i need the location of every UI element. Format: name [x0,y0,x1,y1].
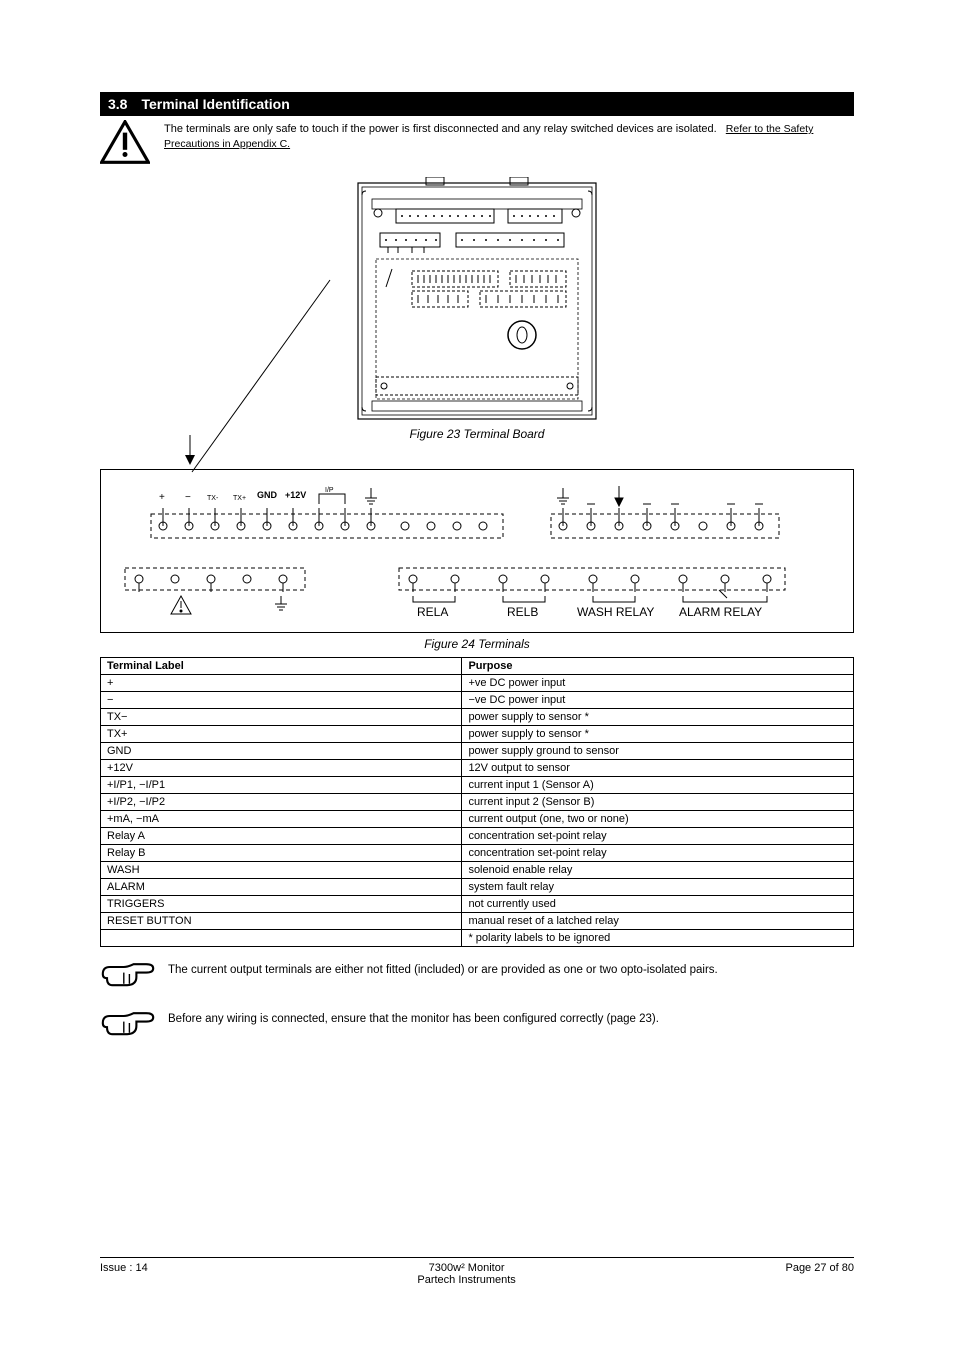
table-cell: − [101,692,462,709]
table-cell: Relay A [101,828,462,845]
svg-text:WASH RELAY: WASH RELAY [577,605,654,619]
svg-text:I/P: I/P [325,487,334,494]
table-row: −−ve DC power input [101,692,854,709]
table-cell: +I/P1, −I/P1 [101,777,462,794]
table-cell: current output (one, two or none) [462,811,854,828]
table-cell: current input 1 (Sensor A) [462,777,854,794]
table-cell: TX+ [101,726,462,743]
svg-text:RELB: RELB [507,605,538,619]
svg-text:TX+: TX+ [233,495,246,502]
table-cell: +mA, −mA [101,811,462,828]
table-cell: system fault relay [462,879,854,896]
table-header-label: Terminal Label [101,658,462,675]
table-cell: +ve DC power input [462,675,854,692]
table-row: RESET BUTTONmanual reset of a latched re… [101,913,854,930]
page-footer: Issue : 14 7300w² Monitor Partech Instru… [100,1257,854,1286]
table-cell: +I/P2, −I/P2 [101,794,462,811]
footer-company: Partech Instruments [417,1274,515,1286]
table-cell: TRIGGERS [101,896,462,913]
section-title: Terminal Identification [141,96,289,112]
table-row: +mA, −mAcurrent output (one, two or none… [101,811,854,828]
svg-text:−: − [185,492,191,503]
table-cell: +12V [101,760,462,777]
note-1: The current output terminals are either … [168,957,718,978]
footer-product: 7300w² Monitor [429,1262,505,1274]
table-cell: concentration set-point relay [462,828,854,845]
section-number: 3.8 [108,96,127,112]
table-row: TRIGGERSnot currently used [101,896,854,913]
pointing-hand-icon [100,1006,156,1045]
warning-text: The terminals are only safe to touch if … [164,123,717,135]
svg-text:GND: GND [257,490,278,500]
table-cell: 12V output to sensor [462,760,854,777]
warning-triangle-icon [100,120,150,169]
table-cell: current input 2 (Sensor B) [462,794,854,811]
table-cell: * polarity labels to be ignored [462,930,854,947]
table-row: TX+power supply to sensor * [101,726,854,743]
svg-text:ALARM RELAY: ALARM RELAY [679,605,762,619]
table-row: WASHsolenoid enable relay [101,862,854,879]
table-cell: solenoid enable relay [462,862,854,879]
svg-text:TX-: TX- [207,495,219,502]
table-cell: GND [101,743,462,760]
footer-issue: Issue : 14 [100,1262,148,1286]
pointing-hand-icon [100,957,156,996]
table-row: +12V12V output to sensor [101,760,854,777]
svg-text:+12V: +12V [285,490,306,500]
table-cell: ALARM [101,879,462,896]
section-header: 3.8 Terminal Identification [100,92,854,116]
terminals-diagram: + − TX- TX+ GND +12V I/P [111,478,811,628]
svg-text:RELA: RELA [417,605,448,619]
table-row: Relay Bconcentration set-point relay [101,845,854,862]
table-row: Relay Aconcentration set-point relay [101,828,854,845]
table-row: +I/P2, −I/P2current input 2 (Sensor B) [101,794,854,811]
figure-24: + − TX- TX+ GND +12V I/P [100,469,854,633]
table-cell: TX− [101,709,462,726]
terminal-table: Terminal Label Purpose ++ve DC power inp… [100,657,854,947]
figure-24-caption: Figure 24 Terminals [100,637,854,651]
table-row: ALARMsystem fault relay [101,879,854,896]
table-cell: concentration set-point relay [462,845,854,862]
table-header-purpose: Purpose [462,658,854,675]
table-cell: not currently used [462,896,854,913]
table-row: TX−power supply to sensor * [101,709,854,726]
footer-page: Page 27 of 80 [785,1262,854,1286]
table-cell: power supply to sensor * [462,709,854,726]
table-cell: RESET BUTTON [101,913,462,930]
table-cell: −ve DC power input [462,692,854,709]
svg-text:+: + [159,492,165,503]
table-row: +I/P1, −I/P1current input 1 (Sensor A) [101,777,854,794]
table-cell: Relay B [101,845,462,862]
table-cell: power supply ground to sensor [462,743,854,760]
table-row: ++ve DC power input [101,675,854,692]
table-cell [101,930,462,947]
leader-line [100,220,360,500]
note-2: Before any wiring is connected, ensure t… [168,1006,659,1027]
table-cell: power supply to sensor * [462,726,854,743]
table-cell: WASH [101,862,462,879]
table-row-footnote: * polarity labels to be ignored [101,930,854,947]
table-cell: + [101,675,462,692]
terminal-board-illustration [352,177,602,425]
table-row: GNDpower supply ground to sensor [101,743,854,760]
table-cell: manual reset of a latched relay [462,913,854,930]
